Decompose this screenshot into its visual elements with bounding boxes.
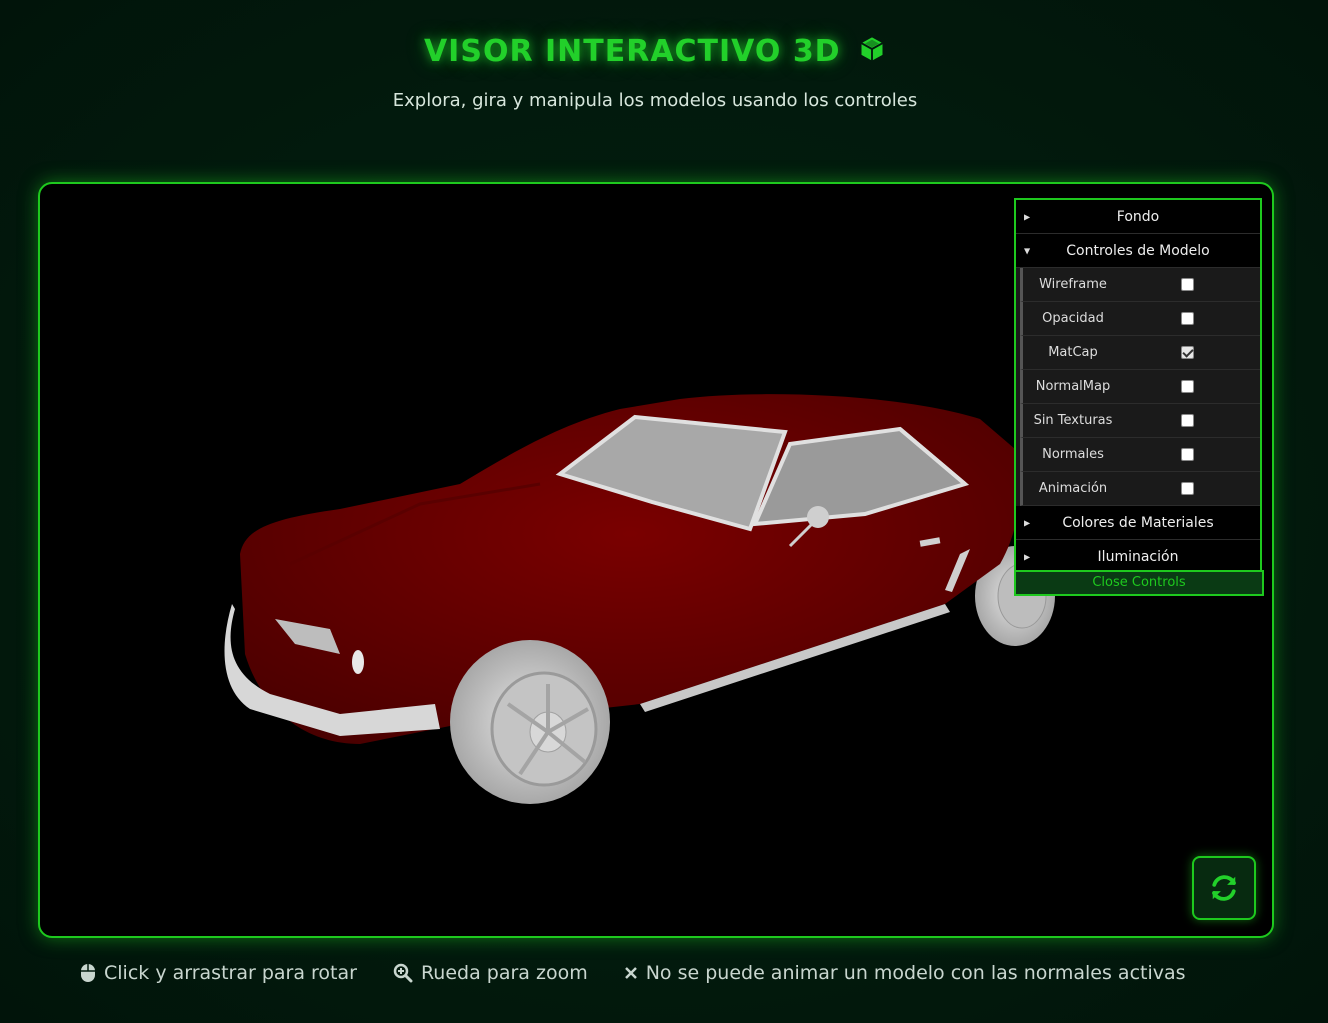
normales-checkbox[interactable] [1181, 448, 1194, 461]
control-label: Normales [1042, 447, 1104, 462]
hint-zoom: Rueda para zoom [393, 962, 588, 984]
control-sin-texturas: Sin Texturas [1020, 404, 1260, 438]
control-label: MatCap [1048, 345, 1098, 360]
animacion-checkbox[interactable] [1181, 482, 1194, 495]
folder-label: Fondo [1116, 208, 1160, 225]
control-label: Wireframe [1039, 277, 1107, 292]
caret-down-icon: ▼ [1024, 246, 1031, 255]
hint-text: No se puede animar un modelo con las nor… [645, 962, 1186, 984]
mouse-icon [80, 963, 96, 983]
caret-right-icon: ▶ [1024, 552, 1031, 561]
hint-text: Rueda para zoom [420, 962, 588, 984]
normalmap-checkbox[interactable] [1181, 380, 1194, 393]
control-label: NormalMap [1035, 379, 1111, 394]
opacidad-checkbox[interactable] [1181, 312, 1194, 325]
control-opacidad: Opacidad [1020, 302, 1260, 336]
control-wireframe: Wireframe [1020, 268, 1260, 302]
caret-right-icon: ▶ [1024, 212, 1031, 221]
page-title: VISOR INTERACTIVO 3D [0, 34, 1310, 71]
control-normalmap: NormalMap [1020, 370, 1260, 404]
page-subtitle: Explora, gira y manipula los modelos usa… [392, 90, 918, 111]
hint-text: Click y arrastrar para rotar [104, 962, 357, 984]
caret-right-icon: ▶ [1024, 518, 1031, 527]
folder-controles-de-modelo[interactable]: ▼ Controles de Modelo [1016, 234, 1260, 268]
controls-panel: ▶ Fondo ▼ Controles de Modelo Wireframe … [1014, 198, 1262, 575]
control-label: Opacidad [1042, 311, 1104, 326]
control-normales: Normales [1020, 438, 1260, 472]
3d-viewer-canvas[interactable]: ▶ Fondo ▼ Controles de Modelo Wireframe … [38, 182, 1274, 938]
hint-rotate: Click y arrastrar para rotar [80, 962, 357, 984]
folder-colores-de-materiales[interactable]: ▶ Colores de Materiales [1016, 506, 1260, 540]
reset-view-button[interactable] [1192, 856, 1256, 920]
title-text: VISOR INTERACTIVO 3D [423, 34, 841, 69]
refresh-icon [1212, 875, 1236, 901]
folder-label: Colores de Materiales [1062, 514, 1214, 531]
control-label: Animación [1038, 481, 1108, 496]
instructions-bar: Click y arrastrar para rotar Rueda para … [80, 962, 1222, 984]
close-controls-button[interactable]: Close Controls [1014, 570, 1264, 596]
folder-label: Controles de Modelo [1066, 242, 1210, 259]
control-label: Sin Texturas [1033, 413, 1113, 428]
control-matcap: MatCap [1020, 336, 1260, 370]
zoom-icon [393, 963, 413, 983]
cube-icon [858, 35, 886, 71]
control-animacion: Animación [1020, 472, 1260, 506]
hint-warning: No se puede animar un modelo con las nor… [624, 962, 1186, 984]
wireframe-checkbox[interactable] [1181, 278, 1194, 291]
folder-label: Iluminación [1097, 548, 1179, 565]
close-icon [624, 966, 638, 980]
folder-iluminacion[interactable]: ▶ Iluminación [1016, 540, 1260, 573]
sin-texturas-checkbox[interactable] [1181, 414, 1194, 427]
matcap-checkbox[interactable] [1181, 346, 1194, 359]
folder-fondo[interactable]: ▶ Fondo [1016, 200, 1260, 234]
